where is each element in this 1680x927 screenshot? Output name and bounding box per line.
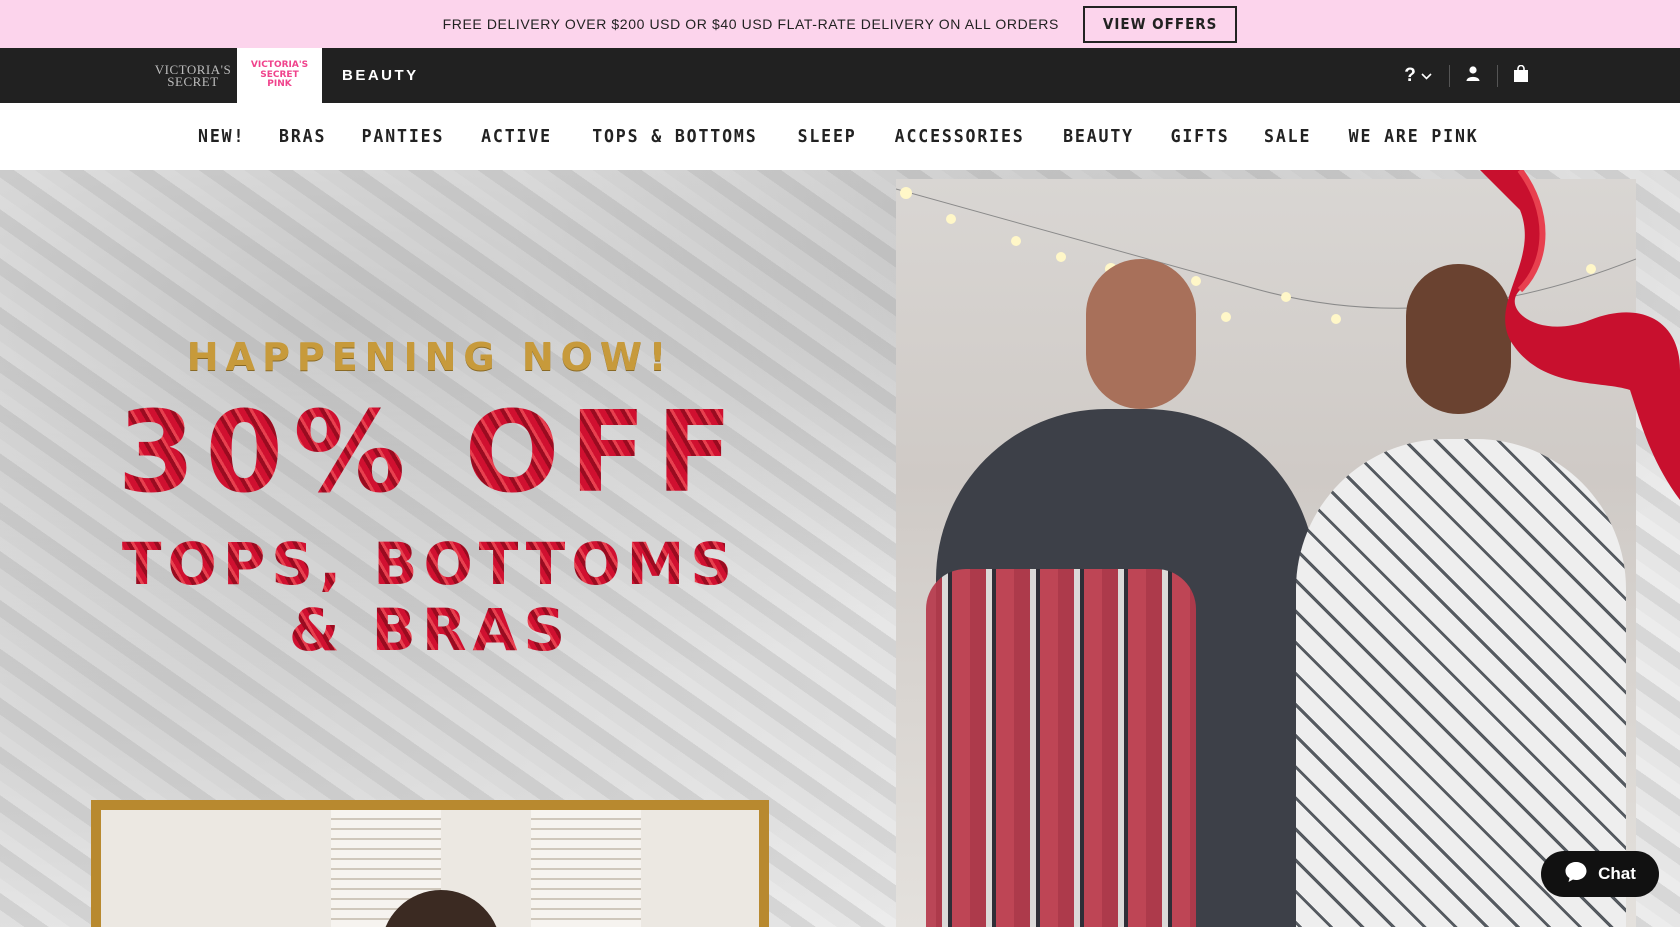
nav-item-bras[interactable]: BRAS bbox=[279, 126, 326, 147]
user-icon bbox=[1466, 65, 1480, 86]
help-label: ? bbox=[1404, 64, 1416, 86]
utility-divider bbox=[1449, 65, 1450, 87]
promo-text: FREE DELIVERY OVER $200 USD OR $40 USD F… bbox=[442, 16, 1059, 32]
help-menu[interactable]: ? bbox=[1398, 48, 1438, 103]
promo-banner: FREE DELIVERY OVER $200 USD OR $40 USD F… bbox=[0, 0, 1680, 48]
utility-divider bbox=[1497, 65, 1498, 87]
account-button[interactable] bbox=[1460, 48, 1486, 103]
nav-item-sleep[interactable]: SLEEP bbox=[798, 126, 857, 147]
beauty-brand-link[interactable]: BEAUTY bbox=[342, 48, 419, 103]
pink-logo[interactable]: VICTORIA'S SECRET PINK bbox=[237, 48, 322, 103]
brand-bar: VICTORIA'S SECRET VICTORIA'S SECRET PINK… bbox=[0, 48, 1680, 103]
nav-item-accessories[interactable]: ACCESSORIES bbox=[895, 126, 1025, 147]
nav-item-sale[interactable]: SALE bbox=[1264, 126, 1311, 147]
hero-subheadline-1: TOPS, BOTTOMS bbox=[0, 530, 860, 598]
hero-banner[interactable]: HAPPENING NOW! 30% OFF TOPS, BOTTOMS & B… bbox=[0, 170, 1680, 927]
hero-promo-panel: HAPPENING NOW! 30% OFF TOPS, BOTTOMS & B… bbox=[0, 170, 896, 927]
nav-item-we-are-pink[interactable]: WE ARE PINK bbox=[1349, 126, 1479, 147]
hero-headline: 30% OFF bbox=[0, 388, 860, 518]
framed-photo bbox=[91, 800, 769, 927]
chat-label: Chat bbox=[1598, 864, 1636, 883]
plaid-pants bbox=[926, 569, 1196, 927]
hero-subheadline-2: & BRAS bbox=[0, 596, 860, 664]
nav-item-active[interactable]: ACTIVE bbox=[481, 126, 552, 147]
view-offers-button[interactable]: VIEW OFFERS bbox=[1082, 5, 1238, 43]
vs-logo-line2: SECRET bbox=[167, 73, 219, 89]
shopping-bag-button[interactable] bbox=[1508, 48, 1534, 103]
window-shutter bbox=[531, 810, 641, 927]
nav-item-tops-bottoms[interactable]: TOPS & BOTTOMS bbox=[593, 126, 758, 147]
model-man-face bbox=[1086, 259, 1196, 409]
victorias-secret-logo[interactable]: VICTORIA'S SECRET bbox=[150, 48, 236, 103]
shopping-bag-icon bbox=[1513, 64, 1529, 87]
chevron-down-icon bbox=[1421, 71, 1432, 83]
model-man bbox=[926, 259, 1316, 927]
hero-kicker: HAPPENING NOW! bbox=[186, 335, 674, 379]
nav-item-new[interactable]: NEW! bbox=[198, 126, 245, 147]
pink-logo-line3: PINK bbox=[267, 79, 292, 90]
nav-item-beauty[interactable]: BEAUTY bbox=[1064, 126, 1135, 147]
chat-button[interactable]: Chat bbox=[1541, 851, 1659, 897]
main-navigation: NEW! BRAS PANTIES ACTIVE TOPS & BOTTOMS … bbox=[0, 103, 1680, 170]
nav-item-panties[interactable]: PANTIES bbox=[362, 126, 445, 147]
nav-item-gifts[interactable]: GIFTS bbox=[1170, 126, 1229, 147]
chat-bubble-icon bbox=[1564, 860, 1588, 889]
red-ribbon-decoration bbox=[1480, 170, 1680, 500]
